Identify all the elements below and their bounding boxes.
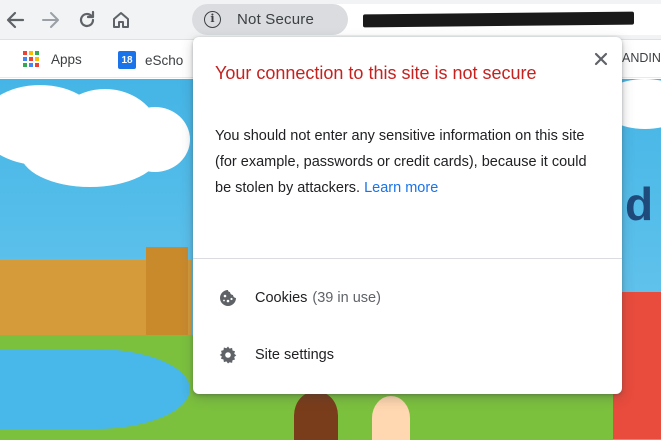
home-icon (113, 12, 129, 28)
cloud (20, 117, 160, 187)
popup-body: You should not enter any sensitive infor… (215, 123, 605, 201)
child-figure (372, 396, 410, 440)
child-figure (294, 391, 338, 440)
reload-icon (79, 10, 95, 28)
calendar-icon: 18 (118, 51, 136, 69)
popup-title: Your connection to this site is not secu… (215, 63, 537, 83)
security-chip[interactable]: i Not Secure (192, 4, 348, 35)
redacted-url (363, 11, 634, 28)
security-chip-label: Not Secure (237, 11, 315, 28)
back-button[interactable] (0, 4, 30, 36)
divider (193, 258, 622, 259)
forward-button[interactable] (36, 4, 66, 36)
site-info-popup: Your connection to this site is not secu… (193, 37, 622, 394)
castle-tower (146, 247, 188, 337)
close-button[interactable] (590, 48, 612, 70)
address-bar[interactable]: i Not Secure (192, 4, 661, 35)
cookie-icon (219, 289, 237, 307)
cookies-label: Cookies (255, 290, 308, 306)
bookmark-eschool-label: eScho (145, 52, 184, 68)
bookmark-eschool[interactable]: 18 eScho (118, 51, 183, 69)
close-icon (594, 52, 608, 66)
cookies-row[interactable]: Cookies (39 in use) (193, 278, 622, 318)
home-button[interactable] (106, 4, 136, 36)
page-heading-fragment: d (625, 178, 654, 230)
site-settings-row[interactable]: Site settings (193, 335, 622, 375)
bookmark-apps-label: Apps (51, 51, 82, 67)
info-icon: i (204, 11, 221, 28)
browser-toolbar: i Not Secure (0, 0, 661, 40)
reload-button[interactable] (72, 4, 102, 36)
forward-icon (42, 12, 59, 28)
cookies-count: (39 in use) (312, 290, 381, 306)
back-icon (6, 11, 25, 29)
bookmark-apps[interactable]: Apps (23, 51, 82, 67)
river (0, 349, 190, 429)
apps-grid-icon (23, 51, 39, 67)
site-settings-label: Site settings (255, 347, 334, 363)
learn-more-link[interactable]: Learn more (364, 180, 438, 196)
bookmark-truncated[interactable]: ANDIN (622, 51, 661, 65)
gear-icon (219, 346, 237, 364)
